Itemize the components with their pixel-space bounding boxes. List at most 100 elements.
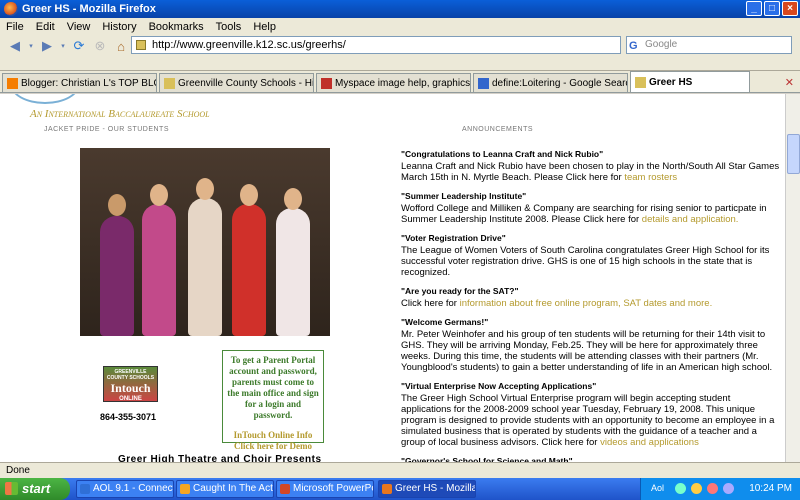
taskbar-item-2[interactable]: Microsoft PowerPoint ... xyxy=(276,480,374,498)
announcement-body-wrap: The Greer High School Virtual Enterprise… xyxy=(401,393,781,448)
intouch-top-text: GREENVILLE COUNTY SCHOOLS xyxy=(106,369,155,381)
system-tray: Aol 10:24 PM xyxy=(640,478,800,500)
back-icon[interactable]: ◀ xyxy=(6,37,24,55)
announcement-body: The League of Women Voters of South Caro… xyxy=(401,245,770,278)
announcement-body-wrap: Mr. Peter Weinhofer and his group of ten… xyxy=(401,329,781,373)
tab-label: Blogger: Christian L's TOP BLOG - Cre... xyxy=(21,77,156,89)
tab-favicon-icon xyxy=(635,76,646,88)
announcement-body: Click here for xyxy=(401,298,460,309)
taskbar-item-1[interactable]: Caught In The Act By... xyxy=(176,480,274,498)
window-titlebar[interactable]: Greer HS - Mozilla Firefox _ □ × xyxy=(0,0,800,18)
menu-tools[interactable]: Tools xyxy=(216,21,242,33)
announcement-title: "Congratulations to Leanna Craft and Nic… xyxy=(401,149,604,159)
tab-0[interactable]: Blogger: Christian L's TOP BLOG - Cre... xyxy=(2,73,157,92)
tab-label: define:Loitering - Google Search xyxy=(492,77,628,89)
menu-bookmarks[interactable]: Bookmarks xyxy=(149,21,204,33)
tray-security-icon[interactable] xyxy=(707,483,718,494)
tray-alert-icon[interactable] xyxy=(691,483,702,494)
tab-favicon-icon xyxy=(7,77,18,89)
taskbar-item-0[interactable]: AOL 9.1 - Connected... xyxy=(76,480,174,498)
tab-3[interactable]: define:Loitering - Google Search xyxy=(473,73,628,92)
intouch-brand: Intouch xyxy=(110,381,151,395)
announcement-item: "Congratulations to Leanna Craft and Nic… xyxy=(401,149,781,183)
maximize-button[interactable]: □ xyxy=(764,1,780,16)
clock[interactable]: 10:24 PM xyxy=(749,483,792,494)
announcements-list: "Congratulations to Leanna Craft and Nic… xyxy=(401,149,781,462)
search-input[interactable]: G Google xyxy=(626,36,792,54)
taskbar-item-label: Caught In The Act By... xyxy=(193,483,273,494)
minimize-button[interactable]: _ xyxy=(746,1,762,16)
announcement-body-wrap: Click here for information about free on… xyxy=(401,298,781,309)
intouch-sub: ONLINE xyxy=(119,396,142,402)
tray-network-icon[interactable] xyxy=(675,483,686,494)
menu-history[interactable]: History xyxy=(102,21,136,33)
menu-edit[interactable]: Edit xyxy=(36,21,55,33)
announcement-link[interactable]: team rosters xyxy=(624,172,677,183)
students-photo xyxy=(80,148,330,336)
tab-1[interactable]: Greenville County Schools - High Schools xyxy=(159,73,314,92)
bookmarks-toolbar xyxy=(0,57,800,71)
announcement-title: "Summer Leadership Institute" xyxy=(401,191,527,201)
announcement-body: The Greer High School Virtual Enterprise… xyxy=(401,393,775,448)
menu-help[interactable]: Help xyxy=(253,21,276,33)
windows-taskbar: start Aol 10:24 PM AOL 9.1 - Connected..… xyxy=(0,478,800,500)
announcement-link[interactable]: videos and applications xyxy=(600,437,699,448)
announcement-link[interactable]: details and application. xyxy=(642,214,739,225)
close-button[interactable]: × xyxy=(782,1,798,16)
taskbar-item-3[interactable]: Greer HS - Mozilla Fir... xyxy=(378,480,476,498)
announcement-body-wrap: Wofford College and Milliken & Company a… xyxy=(401,203,781,225)
taskbar-app-icon xyxy=(80,484,90,494)
search-placeholder: Google xyxy=(645,39,678,50)
taskbar-item-label: AOL 9.1 - Connected... xyxy=(93,483,173,494)
stop-icon[interactable]: ⊗ xyxy=(91,37,109,55)
intouch-logo[interactable]: GREENVILLE COUNTY SCHOOLS Intouch ONLINE xyxy=(103,366,158,414)
taskbar-item-label: Microsoft PowerPoint ... xyxy=(293,483,373,494)
start-button[interactable]: start xyxy=(0,478,70,500)
taskbar-item-label: Greer HS - Mozilla Fir... xyxy=(395,483,476,494)
portal-demo-link[interactable]: InTouch Online Info Click here for Demo xyxy=(226,430,320,452)
announcement-link[interactable]: information about free online program, S… xyxy=(460,298,713,309)
back-dropdown-icon[interactable]: ▾ xyxy=(27,37,35,55)
tab-bar: Blogger: Christian L's TOP BLOG - Cre...… xyxy=(0,71,800,93)
tab-close-icon[interactable]: ✕ xyxy=(785,76,794,89)
tab-label: Myspace image help, graphics picture ... xyxy=(335,77,471,89)
tray-volume-icon[interactable] xyxy=(723,483,734,494)
school-logo xyxy=(10,94,80,104)
announcement-title: "Virtual Enterprise Now Accepting Applic… xyxy=(401,381,597,391)
forward-dropdown-icon[interactable]: ▾ xyxy=(59,37,67,55)
tab-favicon-icon xyxy=(164,77,175,89)
navigation-toolbar: ◀ ▾ ▶ ▾ ⟳ ⊗ ⌂ http://www.greenville.k12.… xyxy=(0,35,800,57)
window-title: Greer HS - Mozilla Firefox xyxy=(22,3,156,15)
tray-aol-icon[interactable]: Aol xyxy=(651,483,664,493)
tab-2[interactable]: Myspace image help, graphics picture ... xyxy=(316,73,471,92)
status-bar: Done xyxy=(0,462,800,478)
taskbar-app-icon xyxy=(382,484,392,494)
students-section-label: JACKET PRIDE - OUR STUDENTS xyxy=(44,126,169,133)
tab-label: Greenville County Schools - High Schools xyxy=(178,77,314,89)
forward-icon[interactable]: ▶ xyxy=(38,37,56,55)
menu-view[interactable]: View xyxy=(67,21,91,33)
menu-file[interactable]: File xyxy=(6,21,24,33)
announcement-title: "Voter Registration Drive" xyxy=(401,233,506,243)
announcement-item: "Are you ready for the SAT?" Click here f… xyxy=(401,286,781,309)
firefox-icon xyxy=(4,2,18,16)
menu-bar: File Edit View History Bookmarks Tools H… xyxy=(0,18,800,35)
announcements-section-label: ANNOUNCEMENTS xyxy=(462,126,534,133)
home-icon[interactable]: ⌂ xyxy=(112,37,130,55)
announcement-item: "Welcome Germans!" Mr. Peter Weinhofer an… xyxy=(401,317,781,373)
announcement-body-wrap: Leanna Craft and Nick Rubio have been ch… xyxy=(401,161,781,183)
taskbar-app-icon xyxy=(180,484,190,494)
site-favicon-icon xyxy=(136,40,146,50)
tab-label: Greer HS xyxy=(649,76,693,88)
announcement-title: "Welcome Germans!" xyxy=(401,317,489,327)
parent-portal-box: To get a Parent Portal account and passw… xyxy=(222,350,324,451)
tab-4[interactable]: Greer HS xyxy=(630,71,750,92)
url-bar[interactable]: http://www.greenville.k12.sc.us/greerhs/ xyxy=(131,36,750,54)
reload-icon[interactable]: ⟳ xyxy=(70,37,88,55)
google-icon: G xyxy=(629,40,638,52)
theatre-heading: Greer High Theatre and Choir Presents xyxy=(118,454,322,462)
scrollbar-thumb[interactable] xyxy=(787,134,800,174)
announcement-item: "Virtual Enterprise Now Accepting Applic… xyxy=(401,381,781,448)
page-scrollbar[interactable] xyxy=(785,94,800,462)
status-text: Done xyxy=(6,465,30,476)
